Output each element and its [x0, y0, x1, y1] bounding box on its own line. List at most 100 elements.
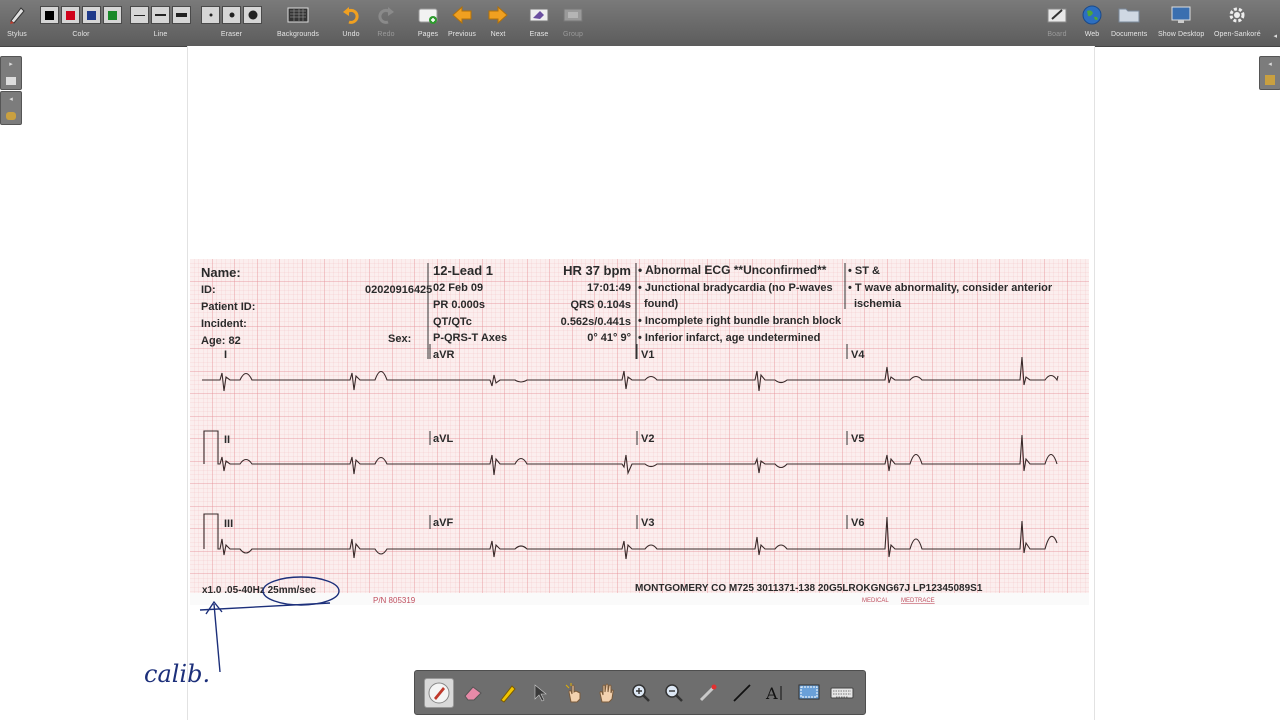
lead-label: V1 [641, 349, 654, 361]
text-icon-glyph: A [765, 684, 778, 703]
board-icon [1046, 5, 1068, 25]
arrow-right-icon [487, 5, 509, 25]
ecg-qrs: QRS 0.104s [570, 299, 631, 311]
color-group: Color [40, 4, 122, 38]
pointing-hand-icon [565, 682, 581, 702]
select-tool[interactable] [526, 679, 554, 707]
eraser-large-button[interactable] [243, 6, 262, 24]
dot-large-icon [248, 10, 257, 20]
eraser-medium-button[interactable] [222, 6, 241, 24]
redo-icon [375, 5, 397, 25]
collapse-left-icon: ◂ [1268, 60, 1272, 68]
stylus-tool[interactable]: Stylus [6, 4, 28, 38]
documents-button[interactable]: Documents [1111, 4, 1147, 38]
zoom-out-tool[interactable] [660, 679, 688, 707]
ecg-pr: PR 0.000s [433, 299, 485, 311]
color-green-chip [108, 10, 117, 20]
capture-icon [798, 684, 820, 699]
text-icon: A [765, 684, 782, 703]
line-tool[interactable] [728, 679, 756, 707]
web-label: Web [1084, 31, 1100, 38]
monitor-icon [1170, 5, 1192, 25]
next-button[interactable]: Next [487, 4, 509, 38]
ecg-axes-value: 0° 41° 9° [587, 332, 631, 344]
floating-tool-palette: A [414, 670, 866, 715]
keyboard-tool[interactable] [828, 679, 856, 707]
ecg-interp-1b: found) [644, 298, 679, 310]
pages-label: Pages [417, 31, 439, 38]
keyboard-icon [830, 687, 854, 698]
line-thick-glyph [176, 13, 187, 17]
pages-button[interactable]: Pages [417, 4, 439, 38]
capture-tool[interactable] [795, 679, 823, 707]
pen-icon [428, 682, 450, 703]
ecg-name-label: Name: [201, 265, 241, 280]
line-medium-button[interactable] [151, 6, 170, 24]
left-library-tab[interactable]: ◂ [0, 91, 22, 125]
arrow-left-icon [451, 5, 473, 25]
group-label: Group [563, 31, 583, 38]
lead-label: II [224, 434, 230, 446]
next-label: Next [490, 31, 506, 38]
undo-button[interactable]: Undo [340, 4, 362, 38]
undo-label: Undo [342, 31, 360, 38]
color-blue-swatch[interactable] [82, 6, 101, 24]
undo-icon [340, 5, 362, 25]
erase-icon [528, 5, 550, 25]
ecg-part-number: P/N 805319 [373, 596, 416, 605]
annotation-circle [262, 576, 340, 606]
main-toolbar: Stylus Color Line Eraser Backgrounds Und… [0, 0, 1280, 47]
line-thin-button[interactable] [130, 6, 149, 24]
line-thick-button[interactable] [172, 6, 191, 24]
eraser-group: Eraser [201, 4, 262, 38]
ecg-time: 17:01:49 [587, 282, 631, 294]
text-tool[interactable]: A [761, 679, 789, 707]
collapse-left-icon: ◂ [9, 96, 13, 104]
right-library-tab[interactable]: ◂ [1259, 56, 1280, 90]
show-desktop-label: Show Desktop [1158, 31, 1205, 38]
show-desktop-button[interactable]: Show Desktop [1158, 4, 1204, 38]
color-green-swatch[interactable] [103, 6, 122, 24]
highlighter-tool[interactable] [493, 679, 521, 707]
group-icon [562, 5, 584, 25]
pen-tool[interactable] [423, 677, 454, 708]
color-label: Color [72, 31, 90, 38]
erase-button[interactable]: Erase [528, 4, 550, 38]
previous-button[interactable]: Previous [448, 4, 476, 38]
ecg-date: 02 Feb 09 [433, 282, 483, 294]
ecg-patient-id-label: Patient ID: [201, 301, 255, 313]
color-black-swatch[interactable] [40, 6, 59, 24]
globe-icon [1081, 5, 1103, 25]
color-red-swatch[interactable] [61, 6, 80, 24]
interact-tool[interactable] [560, 679, 588, 707]
laser-pointer-tool[interactable] [694, 679, 722, 707]
eraser-tool[interactable] [459, 679, 487, 707]
ecg-medical-brand: MEDICAL [862, 598, 889, 604]
hand-icon [599, 683, 615, 702]
pages-thumbnail-icon [6, 76, 16, 85]
eraser-small-button[interactable] [201, 6, 220, 24]
ecg-id-value: 02020916425 [365, 284, 432, 296]
board-button[interactable]: Board [1046, 4, 1068, 38]
laser-pointer-icon [699, 684, 717, 701]
web-button[interactable]: Web [1081, 4, 1103, 38]
redo-button[interactable]: Redo [375, 4, 397, 38]
line-medium-glyph [155, 14, 166, 16]
backgrounds-label: Backgrounds [277, 31, 319, 38]
cursor-arrow-icon [535, 683, 548, 701]
ecg-footer-device: MONTGOMERY CO M725 3011371-138 20G5LROKG… [635, 583, 983, 594]
color-black-chip [45, 10, 54, 20]
library-icon [6, 111, 16, 120]
zoom-in-tool[interactable] [627, 679, 655, 707]
ecg-interp-3: • Inferior infarct, age undetermined [638, 332, 820, 344]
lead-label: V2 [641, 433, 654, 445]
open-sankore-button[interactable]: Open-Sankoré [1214, 4, 1261, 38]
line-thin-glyph [134, 14, 145, 16]
dot-small-icon [209, 13, 212, 17]
left-pages-tab[interactable]: ▸ [0, 56, 22, 90]
hand-tool[interactable] [593, 679, 621, 707]
backgrounds-tool[interactable]: Backgrounds [277, 4, 319, 38]
group-button[interactable]: Group [562, 4, 584, 38]
eraser-icon [464, 685, 483, 700]
toolbar-expand-icon[interactable]: ◂ [1273, 32, 1277, 40]
